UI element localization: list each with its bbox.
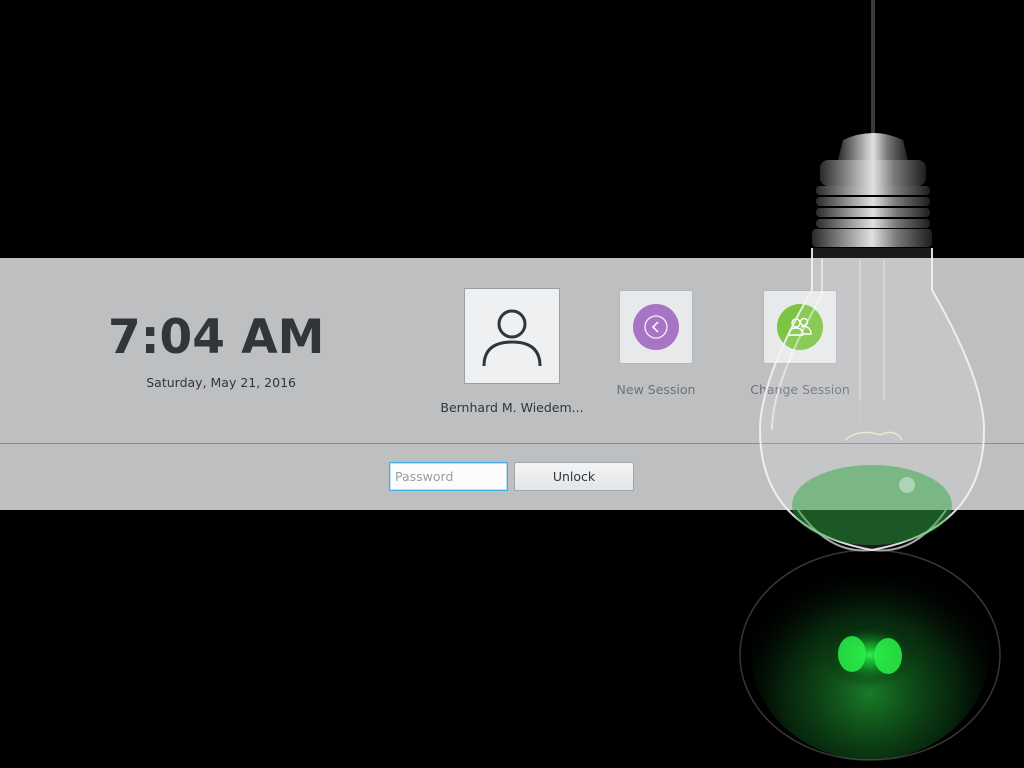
user-name: Bernhard M. Wiedem... — [440, 400, 584, 415]
change-session-button[interactable]: Change Session — [740, 290, 860, 397]
user-card[interactable]: Bernhard M. Wiedem... — [430, 288, 594, 415]
change-session-label: Change Session — [750, 382, 850, 397]
lock-screen: 7:04 AM Saturday, May 21, 2016 Bernhard … — [0, 0, 1024, 768]
avatar[interactable] — [464, 288, 560, 384]
panel-divider — [0, 443, 1024, 444]
change-session-tile[interactable] — [763, 290, 837, 364]
clock-time: 7:04 AM — [108, 310, 325, 365]
user-icon — [482, 309, 542, 367]
unlock-button[interactable]: Unlock — [514, 462, 634, 491]
back-arrow-icon — [644, 315, 668, 339]
password-input[interactable] — [389, 462, 508, 491]
change-session-circle — [777, 304, 823, 350]
clock-date: Saturday, May 21, 2016 — [146, 375, 296, 390]
new-session-button[interactable]: New Session — [596, 290, 716, 397]
users-icon — [788, 317, 812, 336]
new-session-circle — [633, 304, 679, 350]
new-session-label: New Session — [616, 382, 696, 397]
lock-panel: 7:04 AM Saturday, May 21, 2016 Bernhard … — [0, 258, 1024, 510]
new-session-tile[interactable] — [619, 290, 693, 364]
